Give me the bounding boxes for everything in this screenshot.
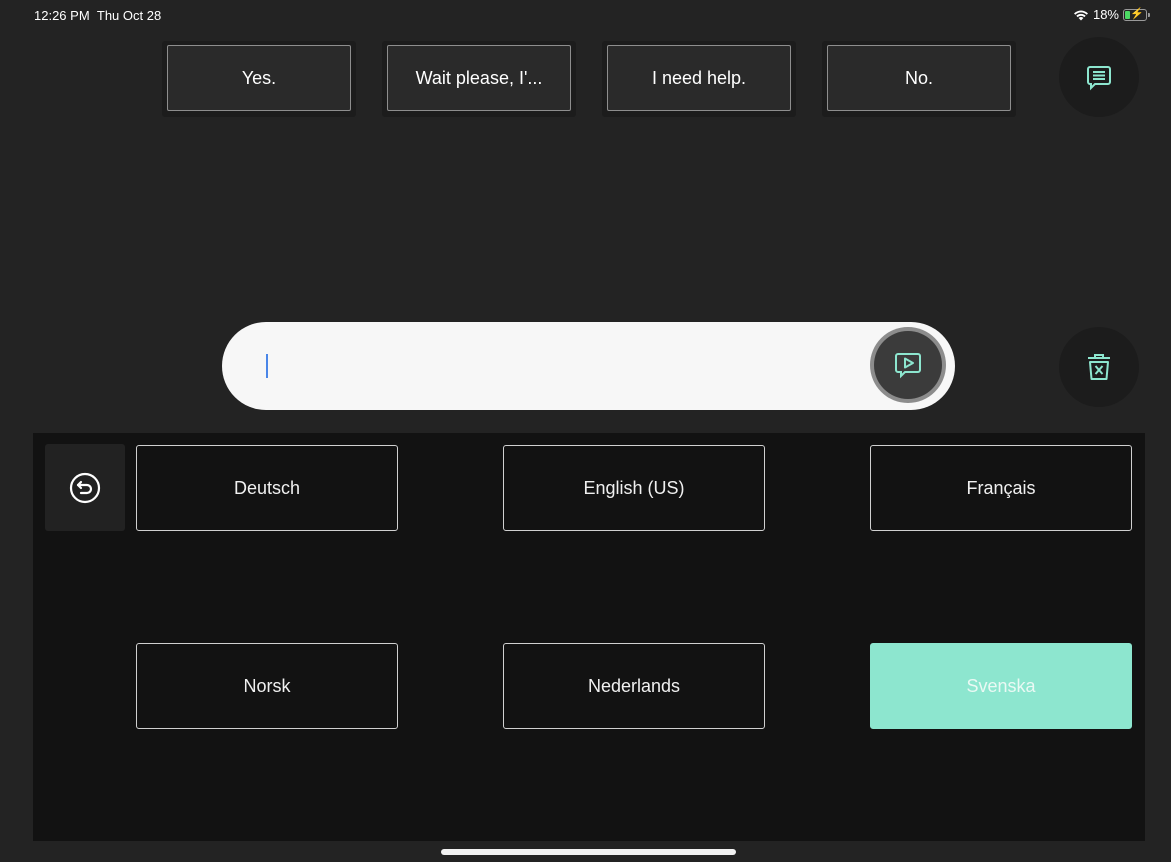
status-time: 12:26 PM (34, 8, 90, 23)
phrase-label: I need help. (607, 45, 791, 111)
language-panel: Deutsch English (US) Français Norsk Nede… (33, 433, 1145, 841)
trash-icon (1088, 354, 1110, 380)
language-option-svenska[interactable]: Svenska (870, 643, 1132, 729)
phrase-label: No. (827, 45, 1011, 111)
language-label: English (US) (583, 477, 685, 498)
language-option-francais[interactable]: Français (870, 445, 1132, 531)
phrases-list-icon (1087, 66, 1111, 91)
back-button[interactable] (45, 444, 125, 531)
status-bar: 12:26 PM Thu Oct 28 18% ⚡ (0, 6, 1171, 24)
battery-icon: ⚡ (1123, 8, 1150, 21)
language-option-deutsch[interactable]: Deutsch (136, 445, 398, 531)
language-option-english-us[interactable]: English (US) (503, 445, 765, 531)
status-right: 18% ⚡ (1073, 7, 1150, 22)
speak-button[interactable] (874, 331, 942, 399)
language-option-norsk[interactable]: Norsk (136, 643, 398, 729)
phrases-menu-button[interactable] (1059, 37, 1139, 117)
phrase-button-help[interactable]: I need help. (602, 41, 796, 117)
clear-button[interactable] (1059, 327, 1139, 407)
status-time-date: 12:26 PM Thu Oct 28 (34, 8, 161, 23)
language-label: Français (966, 477, 1036, 498)
phrase-label: Yes. (167, 45, 351, 111)
language-label: Svenska (966, 675, 1036, 696)
home-indicator[interactable] (441, 849, 736, 855)
battery-percent: 18% (1092, 7, 1119, 22)
phrase-button-no[interactable]: No. (822, 41, 1016, 117)
wifi-icon (1073, 10, 1088, 20)
phrase-button-wait[interactable]: Wait please, I'... (382, 41, 576, 117)
language-label: Nederlands (587, 675, 681, 696)
message-input[interactable] (222, 322, 955, 410)
phrase-button-yes[interactable]: Yes. (162, 41, 356, 117)
status-date: Thu Oct 28 (96, 8, 162, 23)
language-label: Norsk (243, 675, 291, 696)
phrase-label: Wait please, I'... (387, 45, 571, 111)
text-caret (266, 354, 268, 378)
speak-icon (895, 353, 921, 379)
back-icon (69, 472, 101, 503)
language-label: Deutsch (233, 477, 301, 498)
language-option-nederlands[interactable]: Nederlands (503, 643, 765, 729)
